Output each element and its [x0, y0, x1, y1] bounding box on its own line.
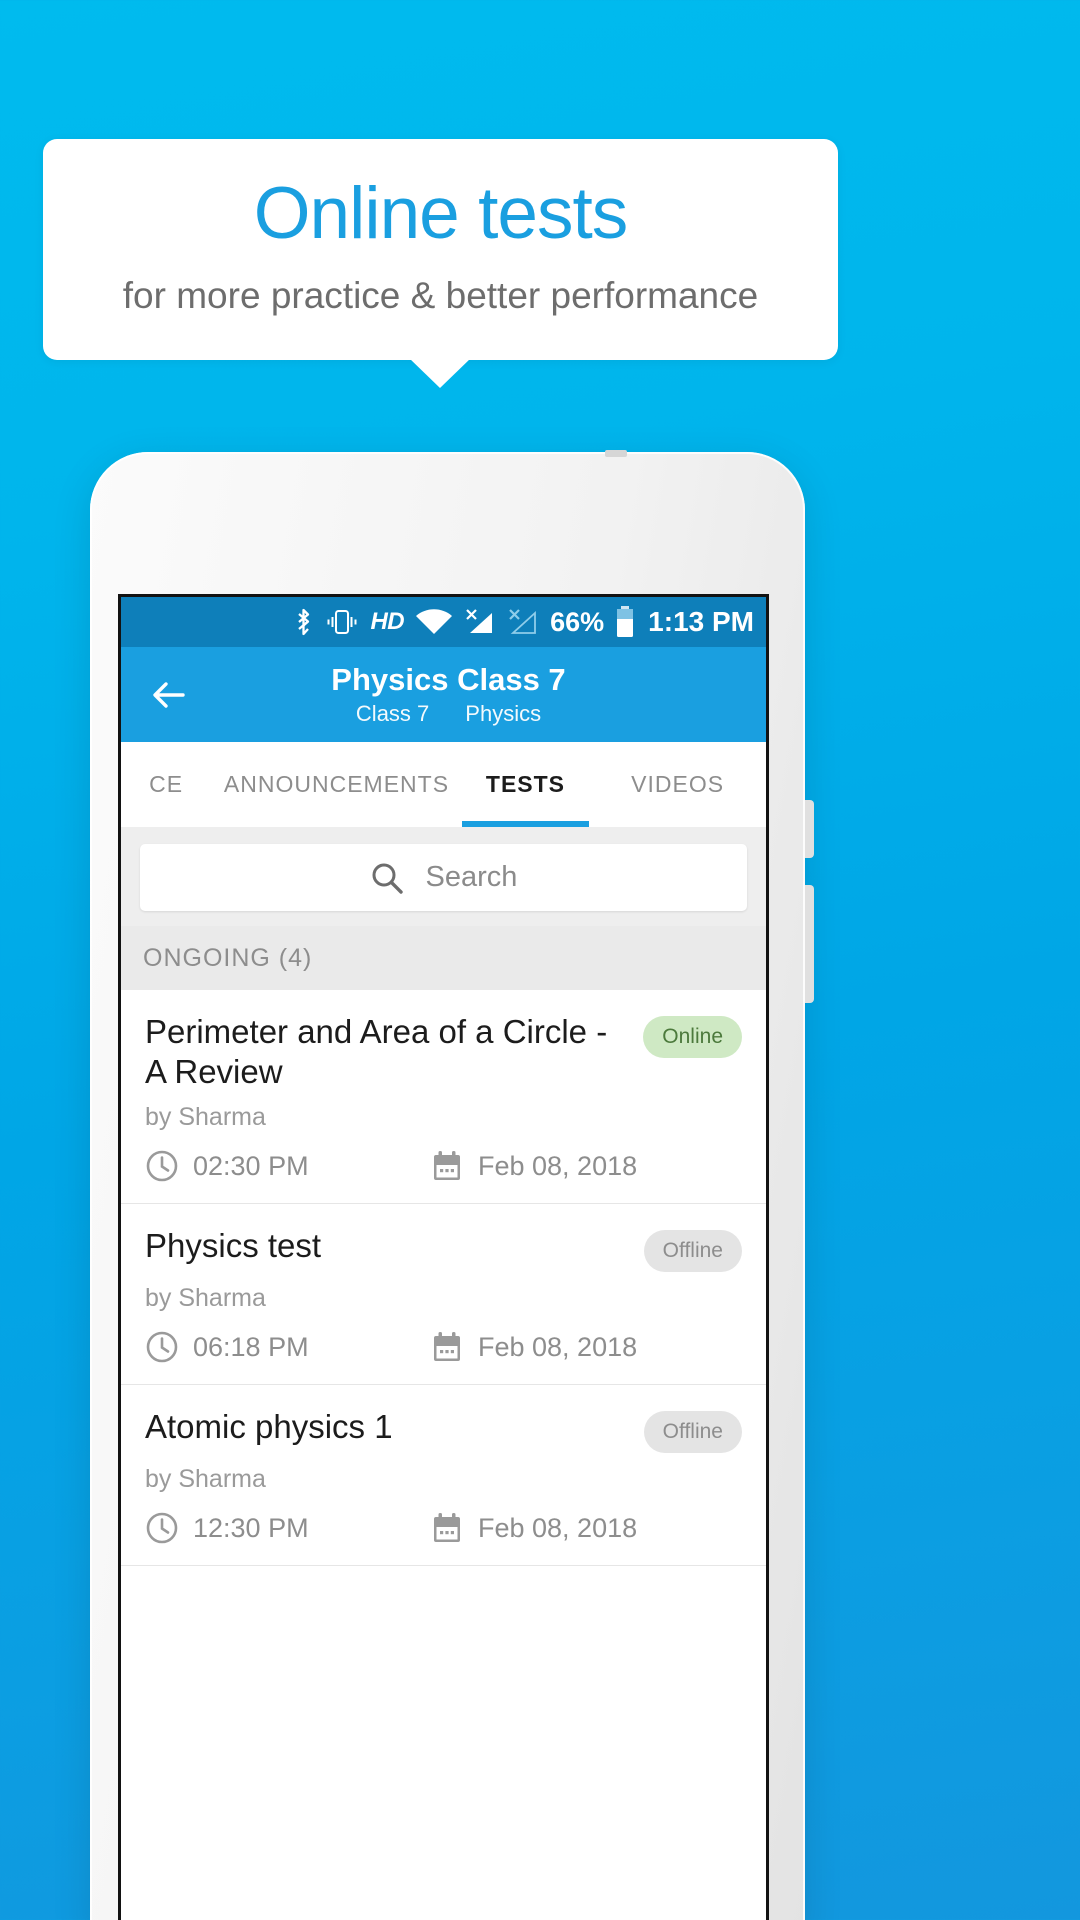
test-list-item[interactable]: Atomic physics 1 Offline by Sharma 12:30…	[121, 1385, 766, 1567]
test-date-label: Feb 08, 2018	[478, 1331, 638, 1362]
test-title: Perimeter and Area of a Circle - A Revie…	[145, 1013, 608, 1090]
tab-bar: CE ANNOUNCEMENTS TESTS VIDEOS	[121, 742, 766, 827]
status-badge: Offline	[643, 1230, 742, 1273]
clock-icon	[145, 1149, 179, 1183]
clock-icon	[145, 1511, 179, 1545]
test-meta: 02:30 PM Feb 08, 2018	[145, 1149, 742, 1183]
vibrate-icon	[325, 608, 359, 636]
test-time: 12:30 PM	[145, 1511, 430, 1545]
promo-subtitle: for more practice & better performance	[122, 274, 759, 316]
test-date: Feb 08, 2018	[430, 1330, 637, 1364]
test-list-item[interactable]: Physics test Offline by Sharma 06:18 PM	[121, 1204, 766, 1386]
app-bar-titles: Physics Class 7 Class 7 Physics	[121, 662, 766, 728]
hd-label: HD	[370, 608, 405, 635]
test-author: by Sharma	[145, 1103, 266, 1132]
test-time-label: 06:18 PM	[193, 1331, 309, 1362]
search-input[interactable]: Search	[140, 844, 747, 911]
breadcrumb-class: Class 7	[355, 701, 430, 727]
status-badge: Offline	[643, 1411, 742, 1454]
status-bar-clock: 1:13 PM	[648, 606, 754, 637]
test-time-label: 12:30 PM	[193, 1512, 309, 1543]
wifi-icon	[415, 608, 453, 636]
test-title: Physics test	[145, 1227, 322, 1265]
tab-ce[interactable]: CE	[121, 742, 211, 827]
test-title: Atomic physics 1	[145, 1408, 393, 1446]
calendar-icon	[430, 1330, 464, 1364]
test-author: by Sharma	[145, 1465, 266, 1494]
test-author: by Sharma	[145, 1284, 266, 1313]
test-time-label: 02:30 PM	[193, 1150, 309, 1181]
promo-title: Online tests	[253, 173, 628, 255]
test-item-header: Physics test Offline	[145, 1226, 742, 1273]
power-button[interactable]	[805, 800, 814, 858]
section-header-ongoing: ONGOING (4)	[121, 926, 766, 990]
test-meta: 12:30 PM Feb 08, 2018	[145, 1511, 742, 1545]
page-title: Physics Class 7	[331, 661, 566, 697]
search-area: Search	[121, 827, 766, 926]
breadcrumb-subject: Physics	[465, 701, 542, 727]
search-icon	[370, 861, 404, 895]
test-item-header: Atomic physics 1 Offline	[145, 1407, 742, 1454]
tab-announcements[interactable]: ANNOUNCEMENTS	[211, 742, 461, 827]
test-date: Feb 08, 2018	[430, 1149, 637, 1183]
test-time: 06:18 PM	[145, 1330, 430, 1364]
promo-bubble-tail	[409, 358, 471, 388]
antenna-line	[605, 450, 627, 457]
signal-no-service-icon	[464, 608, 496, 636]
tab-tests[interactable]: TESTS	[461, 742, 590, 827]
battery-percent-label: 66%	[550, 606, 605, 637]
test-date-label: Feb 08, 2018	[478, 1512, 638, 1543]
test-date: Feb 08, 2018	[430, 1511, 637, 1545]
volume-button[interactable]	[805, 885, 814, 1003]
status-bar: HD 66% 1:13 PM	[121, 597, 766, 647]
app-bar: Physics Class 7 Class 7 Physics	[121, 647, 766, 742]
clock-icon	[145, 1330, 179, 1364]
test-time: 02:30 PM	[145, 1149, 430, 1183]
calendar-icon	[430, 1511, 464, 1545]
test-item-header: Perimeter and Area of a Circle - A Revie…	[145, 1012, 742, 1091]
promo-callout-bubble: Online tests for more practice & better …	[43, 139, 838, 360]
test-list-item[interactable]: Perimeter and Area of a Circle - A Revie…	[121, 990, 766, 1205]
status-badge: Online	[643, 1016, 742, 1058]
calendar-icon	[430, 1149, 464, 1183]
signal-no-service-icon	[507, 608, 539, 636]
battery-icon	[615, 606, 635, 638]
tab-videos[interactable]: VIDEOS	[589, 742, 766, 827]
phone-screen: HD 66% 1:13 PM Physics Class 7 Class 7 P…	[118, 594, 769, 1920]
test-date-label: Feb 08, 2018	[478, 1150, 638, 1181]
breadcrumb: Class 7 Physics	[131, 701, 766, 727]
bluetooth-icon	[294, 607, 314, 637]
search-placeholder: Search	[425, 861, 518, 893]
test-meta: 06:18 PM Feb 08, 2018	[145, 1330, 742, 1364]
